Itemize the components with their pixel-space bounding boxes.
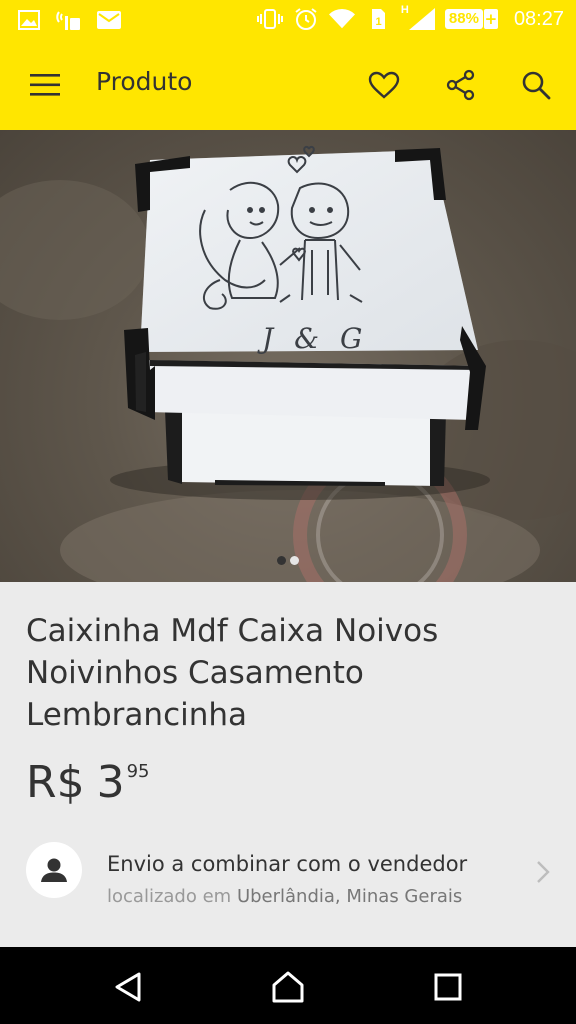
carousel-indicator [0, 556, 576, 565]
menu-button[interactable] [26, 68, 64, 102]
cell-signal-icon: H [400, 4, 435, 32]
alarm-icon [293, 6, 319, 32]
price-currency: R$ [26, 757, 85, 808]
seller-location: localizado em Uberlândia, Minas Gerais [107, 886, 462, 907]
wifi-icon [328, 6, 355, 32]
page-title: Produto [96, 67, 193, 96]
product-image-carousel[interactable]: J & G [0, 130, 576, 582]
shipping-text: Envio a combinar com o vendedor [107, 852, 468, 876]
search-button[interactable] [517, 66, 555, 104]
product-title: Caixinha Mdf Caixa Noivos Noivinhos Casa… [26, 613, 439, 733]
system-nav-bar [0, 947, 576, 1024]
status-bar: 1 H 88% + 08:27 [0, 0, 576, 40]
product-photo [0, 145, 576, 582]
home-button[interactable] [268, 967, 308, 1007]
back-button[interactable] [108, 967, 148, 1007]
sim-signal-notification-icon [56, 7, 82, 33]
network-type-label: H [400, 4, 409, 16]
hamburger-menu-icon [30, 74, 60, 96]
carousel-dot-active [277, 556, 286, 565]
price-integer: 3 [96, 757, 125, 808]
back-icon [115, 972, 141, 1002]
home-icon [272, 971, 304, 1003]
charging-icon: + [483, 9, 498, 29]
search-icon [522, 71, 551, 100]
svg-text:1: 1 [375, 16, 381, 28]
chevron-right-icon [537, 861, 550, 883]
status-clock: 08:27 [513, 7, 564, 30]
status-bar-right: 1 H 88% + 08:27 [256, 4, 564, 32]
mail-icon [96, 7, 122, 33]
product-price: R$ 3 95 [26, 757, 149, 809]
recents-icon [434, 973, 462, 1001]
person-icon [41, 858, 67, 882]
location-text: Uberlândia, Minas Gerais [236, 886, 463, 907]
app-bar: Produto [0, 40, 576, 130]
favorite-button[interactable] [365, 66, 403, 104]
price-cents: 95 [126, 761, 150, 782]
shipping-row[interactable]: Envio a combinar com o vendedor localiza… [0, 837, 576, 917]
share-icon [446, 69, 475, 101]
battery-indicator: 88% + [444, 9, 498, 29]
sim-1-icon: 1 [365, 6, 391, 32]
carousel-dot [290, 556, 299, 565]
vibrate-icon [256, 6, 283, 32]
engraving-label: J & G [262, 322, 369, 355]
image-notification-icon [16, 7, 42, 33]
product-info: Caixinha Mdf Caixa Noivos Noivinhos Casa… [0, 582, 576, 947]
share-button[interactable] [442, 66, 480, 104]
recents-button[interactable] [428, 967, 468, 1007]
status-bar-left [16, 7, 122, 33]
seller-avatar [26, 842, 82, 898]
located-prefix: localizado em [107, 886, 232, 907]
heart-icon [368, 71, 400, 99]
battery-percent: 88% [444, 9, 483, 29]
